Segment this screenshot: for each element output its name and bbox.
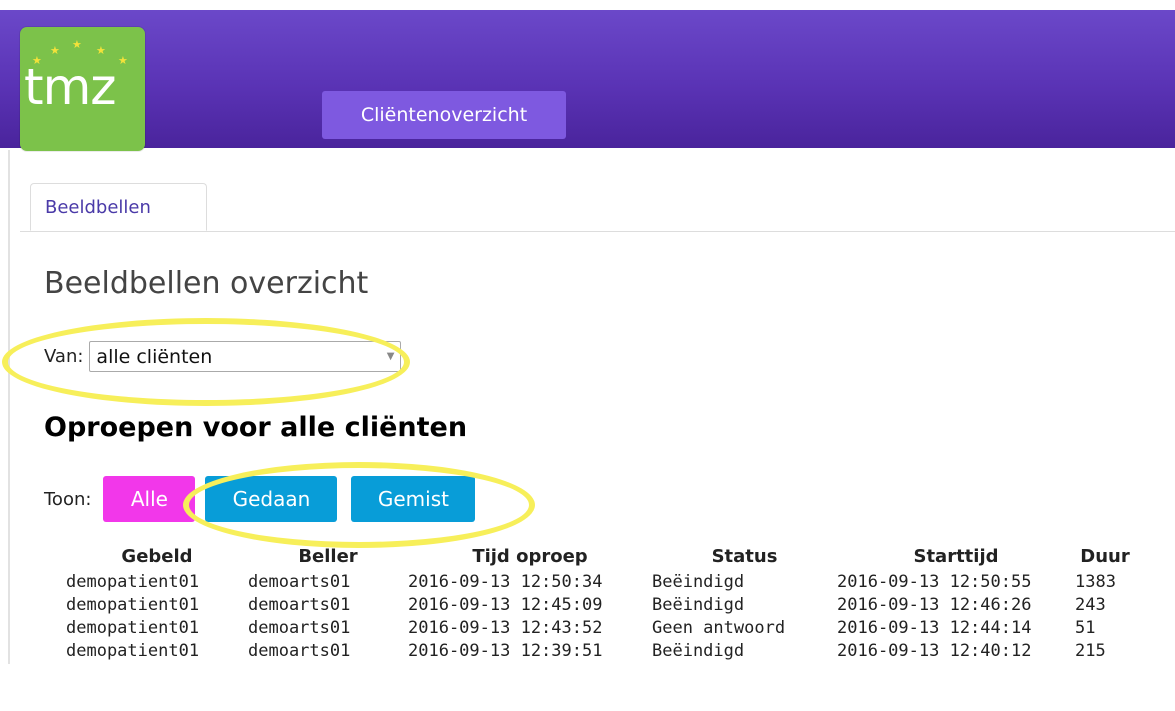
column-header-starttijd[interactable]: Starttijd xyxy=(837,542,1075,570)
page-title: Beeldbellen overzicht xyxy=(44,266,369,301)
cell-starttijd: 2016-09-13 12:46:26 xyxy=(837,594,1032,615)
van-label: Van: xyxy=(44,346,84,367)
star-icon: ★ xyxy=(118,54,128,67)
tmz-logo[interactable]: ★ ★ ★ ★ ★ tmz xyxy=(20,27,145,151)
screenshot-crop-edge xyxy=(0,664,1175,711)
column-header-status[interactable]: Status xyxy=(652,542,837,570)
filter-gemist-button[interactable]: Gemist xyxy=(351,476,476,522)
app-header: ★ ★ ★ ★ ★ tmz Cliëntenoverzicht xyxy=(0,10,1175,151)
tab-beeldbellen[interactable]: Beeldbellen xyxy=(30,183,207,231)
column-header-beller[interactable]: Beller xyxy=(248,542,408,570)
cell-beller: demoarts01 xyxy=(248,640,351,661)
cell-beller: demoarts01 xyxy=(248,594,351,615)
cell-duur: 51 xyxy=(1075,617,1096,638)
table-row[interactable]: demopatient01 demoarts01 2016-09-13 12:4… xyxy=(58,616,1135,639)
filter-alle-button[interactable]: Alle xyxy=(103,476,196,522)
cell-starttijd: 2016-09-13 12:50:55 xyxy=(837,571,1032,592)
cell-beller: demoarts01 xyxy=(248,617,351,638)
client-select[interactable]: alle cliënten ▼ xyxy=(89,341,402,372)
cell-gebeld: demopatient01 xyxy=(66,617,200,638)
cell-status: Beëindigd xyxy=(652,594,745,615)
cell-tijd-oproep: 2016-09-13 12:45:09 xyxy=(408,594,603,615)
cell-tijd-oproep: 2016-09-13 12:50:34 xyxy=(408,571,603,592)
logo-text: tmz xyxy=(24,58,117,116)
column-header-duur[interactable]: Duur xyxy=(1075,542,1135,570)
clientenoverzicht-button[interactable]: Cliëntenoverzicht xyxy=(322,91,566,139)
star-icon: ★ xyxy=(50,44,60,57)
cell-starttijd: 2016-09-13 12:40:12 xyxy=(837,640,1032,661)
filter-gedaan-button[interactable]: Gedaan xyxy=(205,476,338,522)
column-header-tijd-oproep[interactable]: Tijd oproep xyxy=(408,542,652,570)
table-row[interactable]: demopatient01 demoarts01 2016-09-13 12:3… xyxy=(58,639,1135,662)
column-header-gebeld[interactable]: Gebeld xyxy=(58,542,248,570)
cell-duur: 243 xyxy=(1075,594,1106,615)
cell-gebeld: demopatient01 xyxy=(66,594,200,615)
cell-gebeld: demopatient01 xyxy=(66,640,200,661)
filter-row: Toon: Alle Gedaan Gemist xyxy=(44,476,476,522)
table-header-row: Gebeld Beller Tijd oproep Status Startti… xyxy=(58,542,1135,570)
cell-status: Beëindigd xyxy=(652,571,745,592)
calls-table: Gebeld Beller Tijd oproep Status Startti… xyxy=(58,542,1135,662)
table-row[interactable]: demopatient01 demoarts01 2016-09-13 12:4… xyxy=(58,593,1135,616)
cell-starttijd: 2016-09-13 12:44:14 xyxy=(837,617,1032,638)
section-title: Oproepen voor alle cliënten xyxy=(44,412,468,443)
cell-tijd-oproep: 2016-09-13 12:43:52 xyxy=(408,617,603,638)
cell-gebeld: demopatient01 xyxy=(66,571,200,592)
star-icon: ★ xyxy=(96,44,106,57)
cell-duur: 215 xyxy=(1075,640,1106,661)
star-icon: ★ xyxy=(72,38,82,51)
table-row[interactable]: demopatient01 demoarts01 2016-09-13 12:5… xyxy=(58,570,1135,593)
chevron-down-icon: ▼ xyxy=(386,351,395,362)
client-filter-row: Van: alle cliënten ▼ xyxy=(44,340,402,373)
cell-status: Beëindigd xyxy=(652,640,745,661)
toon-label: Toon: xyxy=(44,488,92,510)
cell-tijd-oproep: 2016-09-13 12:39:51 xyxy=(408,640,603,661)
cell-duur: 1383 xyxy=(1075,571,1116,592)
client-select-value: alle cliënten xyxy=(96,345,213,368)
tab-bar: Beeldbellen xyxy=(20,183,1175,232)
cell-status: Geen antwoord xyxy=(652,617,786,638)
cell-beller: demoarts01 xyxy=(248,571,351,592)
